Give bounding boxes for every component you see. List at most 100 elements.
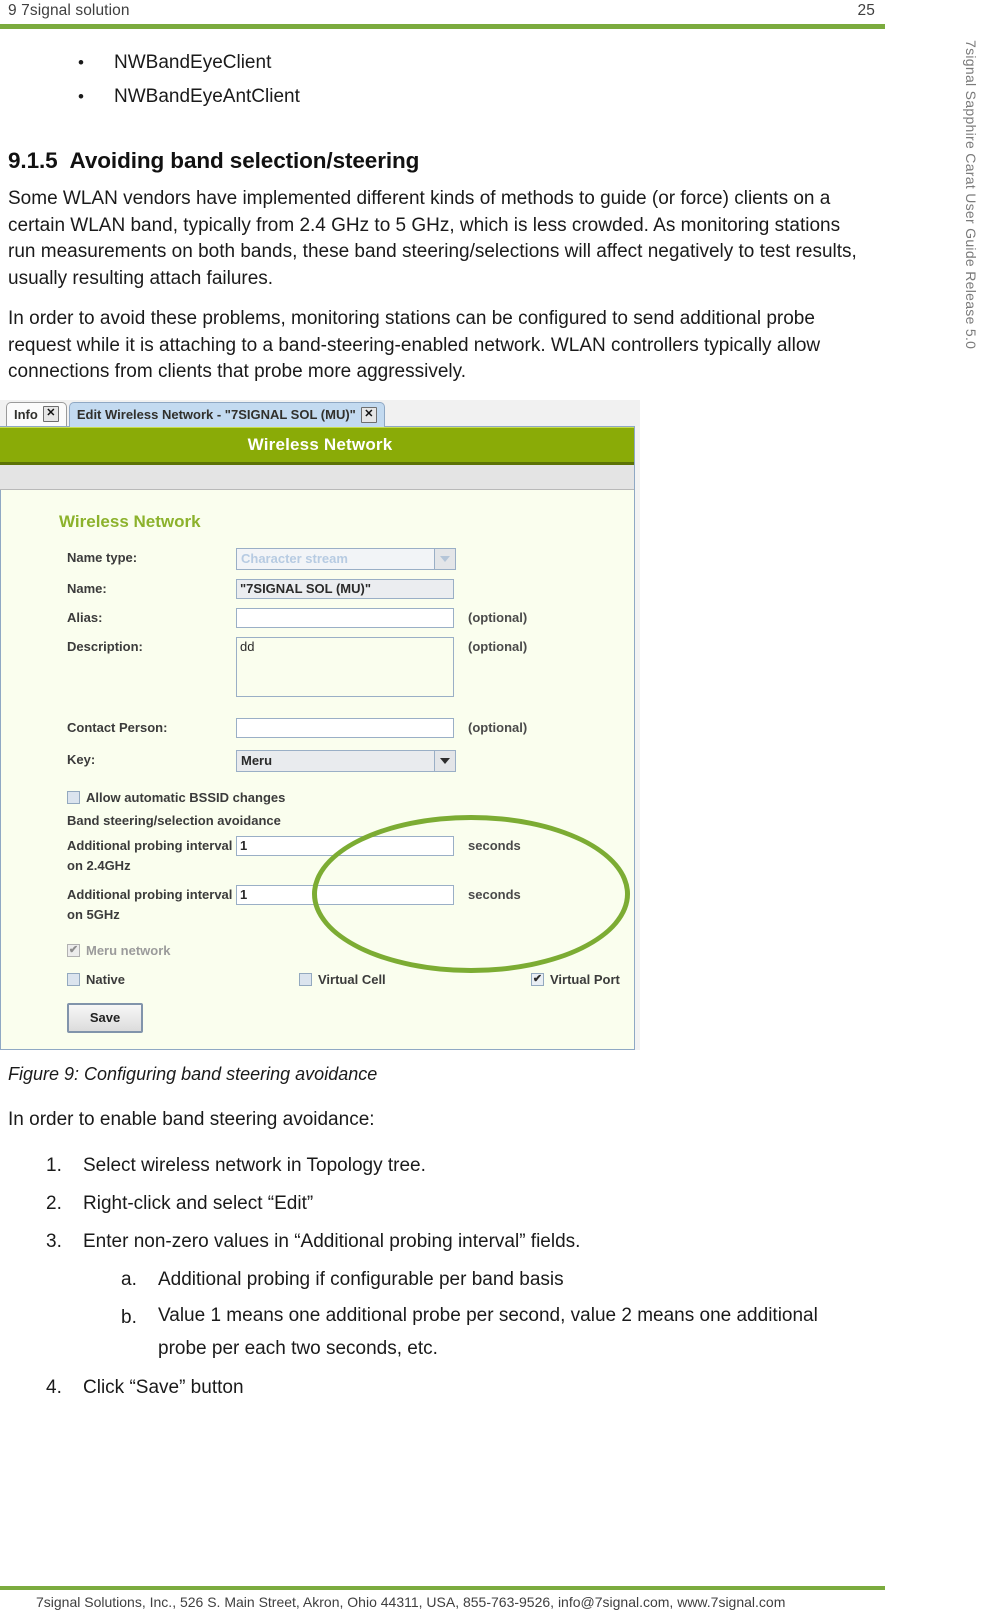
header-row: 9 7signal solution 25 bbox=[0, 0, 885, 20]
checkbox-allow-bssid-label: Allow automatic BSSID changes bbox=[86, 789, 286, 805]
list-item: 4. Click “Save” button bbox=[8, 1369, 868, 1407]
band-steering-group-label: Band steering/selection avoidance bbox=[67, 812, 281, 828]
list-item: b. Value 1 means one additional probe pe… bbox=[83, 1299, 868, 1365]
paragraph-2: In order to avoid these problems, monito… bbox=[8, 308, 821, 382]
paragraph-1: Some WLAN vendors have implemented diffe… bbox=[8, 188, 857, 289]
checkbox-icon[interactable] bbox=[67, 972, 80, 986]
checkbox-checked-icon: ✔ bbox=[67, 943, 80, 957]
close-icon[interactable]: ✕ bbox=[42, 406, 59, 422]
header-document-title: 9 7signal solution bbox=[8, 2, 130, 19]
alias-input[interactable] bbox=[236, 607, 454, 628]
alias-label: Alias: bbox=[67, 609, 103, 625]
key-dropdown[interactable]: Meru bbox=[236, 749, 456, 772]
name-type-value: Character stream bbox=[237, 548, 434, 569]
save-button[interactable]: Save bbox=[67, 1002, 143, 1033]
field-row-alias: Alias: (optional) bbox=[1, 607, 639, 628]
tab-strip: Info ✕ Edit Wireless Network - "7SIGNAL … bbox=[0, 399, 640, 427]
key-label: Key: bbox=[67, 751, 96, 767]
alias-optional-note: (optional) bbox=[468, 609, 528, 625]
list-item: a. Additional probing if configurable pe… bbox=[83, 1261, 868, 1299]
contact-person-optional-note: (optional) bbox=[468, 719, 528, 735]
page-number: 25 bbox=[857, 2, 875, 19]
step-text: Enter non-zero values in “Additional pro… bbox=[83, 1231, 581, 1252]
figure-caption: Figure 9: Configuring band steering avoi… bbox=[8, 1063, 378, 1084]
form-panel: Wireless Network Name type: Character st… bbox=[0, 489, 640, 1050]
checkbox-virtual-port-label: Virtual Port bbox=[550, 971, 620, 987]
field-row-name-type: Name type: Character stream bbox=[1, 547, 639, 570]
checkbox-row-virtual: Native Virtual Cell ✔ Virtual Port bbox=[67, 972, 639, 987]
step-text: Select wireless network in Topology tree… bbox=[83, 1155, 426, 1176]
checkbox-meru-network-label: Meru network bbox=[86, 942, 171, 958]
probe-24-label: Additional probing interval on 2.4GHz bbox=[67, 837, 233, 873]
content-column: NWBandEyeClient NWBandEyeAntClient 9.1.5… bbox=[0, 40, 868, 1407]
chevron-down-icon[interactable] bbox=[434, 750, 455, 771]
chevron-down-icon[interactable] bbox=[434, 548, 455, 569]
tab-edit-label: Edit Wireless Network - "7SIGNAL SOL (MU… bbox=[76, 407, 356, 422]
checkbox-virtual-port[interactable]: ✔ Virtual Port bbox=[531, 972, 620, 987]
tab-edit-wireless-network[interactable]: Edit Wireless Network - "7SIGNAL SOL (MU… bbox=[68, 401, 385, 427]
contact-person-label: Contact Person: bbox=[67, 719, 168, 735]
field-row-key: Key: Meru bbox=[1, 749, 639, 772]
bullet-list: NWBandEyeClient NWBandEyeAntClient bbox=[8, 46, 868, 114]
list-item: NWBandEyeClient bbox=[8, 46, 868, 80]
probe-5-unit: seconds bbox=[468, 886, 521, 902]
list-item: 1. Select wireless network in Topology t… bbox=[8, 1147, 868, 1185]
toolbar-strip bbox=[0, 464, 640, 490]
substep-text-line1: Value 1 means one additional probe per s… bbox=[158, 1305, 818, 1326]
intro-line: In order to enable band steering avoidan… bbox=[8, 1108, 375, 1130]
app-screenshot: Info ✕ Edit Wireless Network - "7SIGNAL … bbox=[0, 399, 640, 1050]
name-type-label: Name type: bbox=[67, 549, 138, 565]
section-title: Avoiding band selection/steering bbox=[69, 148, 420, 173]
checkbox-icon[interactable] bbox=[299, 972, 312, 986]
checkbox-native[interactable]: Native bbox=[67, 972, 299, 987]
substep-text: Additional probing if configurable per b… bbox=[158, 1269, 564, 1290]
step-marker: 1. bbox=[46, 1155, 62, 1176]
field-row-contact-person: Contact Person: (optional) bbox=[1, 717, 639, 738]
window-title-label: Wireless Network bbox=[247, 434, 393, 454]
close-icon[interactable]: ✕ bbox=[360, 406, 377, 423]
list-item: NWBandEyeAntClient bbox=[8, 80, 868, 114]
field-row-probe-5: Additional probing interval on 5GHz 1 se… bbox=[1, 884, 639, 925]
tab-info[interactable]: Info ✕ bbox=[6, 401, 67, 426]
checkbox-virtual-cell[interactable]: Virtual Cell bbox=[299, 972, 531, 987]
field-row-name: Name: "7SIGNAL SOL (MU)" bbox=[1, 578, 639, 599]
tab-info-label: Info bbox=[14, 406, 38, 422]
probe-24-input[interactable]: 1 bbox=[236, 835, 454, 856]
page-title: 9.1.5 Avoiding band selection/steering bbox=[8, 148, 868, 174]
figure-9: Info ✕ Edit Wireless Network - "7SIGNAL … bbox=[0, 399, 645, 1050]
substep-marker: a. bbox=[121, 1269, 137, 1290]
probe-5-input[interactable]: 1 bbox=[236, 884, 454, 905]
step-marker: 3. bbox=[46, 1231, 62, 1252]
header-rule bbox=[0, 24, 885, 29]
field-row-description: Description: (optional) bbox=[1, 636, 639, 700]
key-value: Meru bbox=[237, 750, 434, 771]
footer-text: 7signal Solutions, Inc., 526 S. Main Str… bbox=[36, 1594, 786, 1610]
substep-marker: b. bbox=[121, 1307, 137, 1328]
name-type-dropdown[interactable]: Character stream bbox=[236, 547, 456, 570]
name-label: Name: bbox=[67, 580, 107, 596]
checkbox-meru-network: ✔ Meru network bbox=[67, 943, 639, 958]
substep-text-line2: probe per each two seconds, etc. bbox=[158, 1338, 438, 1359]
side-vertical-title: 7signal Sapphire Carat User Guide Releas… bbox=[963, 40, 979, 350]
footer-rule bbox=[0, 1586, 885, 1590]
checkbox-native-label: Native bbox=[86, 971, 126, 987]
probe-5-label: Additional probing interval on 5GHz bbox=[67, 886, 233, 922]
probe-24-unit: seconds bbox=[468, 837, 521, 853]
step-marker: 2. bbox=[46, 1193, 62, 1214]
step-marker: 4. bbox=[46, 1377, 62, 1398]
checkbox-checked-icon[interactable]: ✔ bbox=[531, 972, 544, 986]
checkbox-allow-bssid-changes[interactable]: Allow automatic BSSID changes bbox=[67, 790, 639, 805]
numbered-steps: 1. Select wireless network in Topology t… bbox=[8, 1147, 868, 1261]
contact-person-input[interactable] bbox=[236, 717, 454, 738]
description-textarea[interactable] bbox=[236, 636, 454, 697]
step-text: Right-click and select “Edit” bbox=[83, 1193, 314, 1214]
checkbox-icon[interactable] bbox=[67, 790, 80, 804]
name-input[interactable]: "7SIGNAL SOL (MU)" bbox=[236, 578, 454, 599]
form-heading: Wireless Network bbox=[59, 511, 201, 531]
list-item: 3. Enter non-zero values in “Additional … bbox=[8, 1223, 868, 1261]
list-item: 2. Right-click and select “Edit” bbox=[8, 1185, 868, 1223]
description-optional-note: (optional) bbox=[468, 638, 528, 654]
numbered-steps-continued: 4. Click “Save” button bbox=[8, 1369, 868, 1407]
description-label: Description: bbox=[67, 638, 143, 654]
section-number: 9.1.5 bbox=[8, 148, 58, 173]
